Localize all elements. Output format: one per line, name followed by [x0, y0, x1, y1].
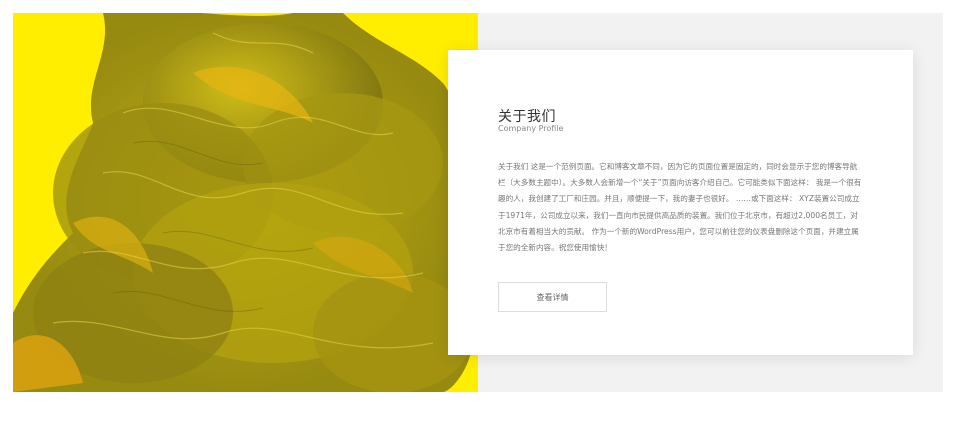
hero-image: [13, 13, 478, 392]
about-card: 关于我们 Company Profile 关于我们 这是一个范例页面。它和博客文…: [448, 50, 913, 355]
view-details-button[interactable]: 查看详情: [498, 282, 607, 312]
about-title: 关于我们: [498, 109, 556, 125]
about-subtitle: Company Profile: [498, 124, 564, 133]
about-description: 关于我们 这是一个范例页面。它和博客文章不同，因为它的页面位置是固定的，同时会显…: [498, 162, 862, 253]
yellow-ink-smoke-image: [13, 13, 478, 392]
about-section: 关于我们 Company Profile 关于我们 这是一个范例页面。它和博客文…: [13, 13, 943, 392]
